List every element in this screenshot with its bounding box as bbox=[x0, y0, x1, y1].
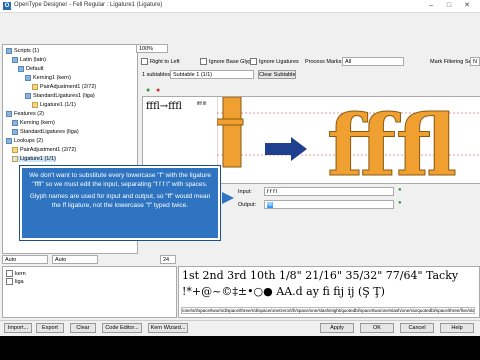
features-checklist[interactable]: kern liga bbox=[2, 266, 177, 318]
maximize-button[interactable]: □ bbox=[442, 0, 456, 12]
minimize-button[interactable]: – bbox=[424, 0, 438, 12]
tree-item-standardligatures[interactable]: StandardLigatures (liga) bbox=[12, 129, 79, 135]
output-field[interactable]: fffl bbox=[264, 200, 394, 209]
close-button[interactable]: ✕ bbox=[460, 0, 474, 12]
lookup-icon bbox=[32, 84, 38, 90]
tree-item-lookups[interactable]: Lookups (2) bbox=[6, 138, 43, 144]
remove-icon[interactable]: ● bbox=[156, 87, 160, 94]
tree-item-features[interactable]: Features (2) bbox=[6, 111, 44, 117]
tree-item-pairadjustment1[interactable]: PairAdjustment1 (2/72) bbox=[32, 84, 96, 90]
button-bar: Import... Export Clear Code Editor... Ke… bbox=[0, 320, 480, 335]
help-button[interactable]: Help bbox=[440, 323, 474, 333]
input-glyph-crossbar bbox=[217, 118, 244, 126]
callout-paragraph-2: Glyph names are used for input and outpu… bbox=[29, 193, 211, 209]
mark-filtering-select[interactable]: N bbox=[470, 57, 480, 66]
tree-item-lookup-pairadjustment1[interactable]: PairAdjustment1 (2/72) bbox=[12, 147, 76, 153]
input-field[interactable]: f f f l bbox=[264, 187, 394, 196]
preview-language-select[interactable]: Auto bbox=[52, 255, 98, 264]
tree-item-standardligatures1[interactable]: StandardLigatures1 (liga) bbox=[25, 93, 95, 99]
tree-item-lookup-ligature1[interactable]: Ligature1 (1/1) bbox=[12, 156, 56, 162]
subtables-label: 1 subtables: bbox=[142, 72, 172, 78]
folder-icon bbox=[6, 48, 12, 54]
app-window: O OpenType Designer - Fell Regular : Lig… bbox=[0, 0, 480, 336]
zoom-select[interactable]: 100% bbox=[136, 44, 168, 53]
folder-icon bbox=[6, 111, 12, 117]
folder-icon bbox=[12, 57, 18, 63]
ligature-small-names: ffff ffl bbox=[197, 101, 207, 106]
letterbox-bar bbox=[0, 336, 480, 360]
preview-script-select[interactable]: Auto bbox=[2, 255, 48, 264]
ligature-entry[interactable]: fffl→fffl bbox=[146, 101, 182, 112]
folder-icon bbox=[6, 138, 12, 144]
arrow-icon bbox=[265, 137, 307, 161]
tree-item-ligature1[interactable]: Ligature1 (1/1) bbox=[32, 102, 76, 108]
preview-line-1: 1st 2nd 3rd 10th 1/8" 21/16" 35/32" 77/6… bbox=[182, 269, 459, 282]
output-glyph: fffl bbox=[327, 97, 457, 183]
lookup-icon bbox=[32, 102, 38, 108]
clear-button[interactable]: Clear bbox=[70, 323, 96, 333]
add-icon[interactable]: ● bbox=[146, 87, 150, 94]
process-marks-select[interactable]: All bbox=[342, 57, 404, 66]
feature-liga-checkbox[interactable]: liga bbox=[6, 278, 24, 285]
input-label: Input: bbox=[238, 189, 252, 195]
code-editor-button[interactable]: Code Editor... bbox=[102, 323, 142, 333]
callout-paragraph-1: We don't want to substitute every lowerc… bbox=[28, 172, 212, 188]
ignore-ligatures-checkbox[interactable]: Ignore Ligatures bbox=[250, 58, 299, 65]
subtable-select[interactable]: Subtable 1 (1/1) bbox=[170, 70, 254, 79]
text-preview[interactable]: 1st 2nd 3rd 10th 1/8" 21/16" 35/32" 77/6… bbox=[178, 266, 480, 318]
folder-icon bbox=[25, 93, 31, 99]
import-button[interactable]: Import... bbox=[4, 323, 32, 333]
ok-button[interactable]: OK bbox=[360, 323, 394, 333]
input-glyph-shape bbox=[222, 97, 242, 168]
tutorial-callout: We don't want to substitute every lowerc… bbox=[20, 166, 234, 240]
folder-icon bbox=[18, 66, 24, 72]
folder-icon bbox=[12, 129, 18, 135]
preview-line-2: !*+@~©‡±•○● AA.d ay fi fij ij (Ş Ţ) bbox=[182, 285, 385, 298]
mark-filtering-label: Mark Filtering Set: bbox=[430, 59, 475, 65]
output-label: Output: bbox=[238, 202, 257, 208]
title-bar: O OpenType Designer - Fell Regular : Lig… bbox=[0, 0, 480, 13]
ignore-base-glyphs-checkbox[interactable]: Ignore Base Glyphs bbox=[200, 58, 257, 65]
glyph-preview: fffl bbox=[217, 97, 480, 183]
output-selection: fffl bbox=[267, 202, 273, 208]
clear-subtable-button[interactable]: Clear Subtable bbox=[258, 70, 296, 79]
app-icon: O bbox=[3, 2, 11, 10]
preview-size-field[interactable]: 24 bbox=[160, 255, 176, 264]
feature-kern-checkbox[interactable]: kern bbox=[6, 270, 26, 277]
tree-item-scripts[interactable]: Scripts (1) bbox=[6, 48, 39, 54]
kern-wizard-button[interactable]: Kern Wizard... bbox=[148, 323, 188, 333]
tree-item-kerning1[interactable]: Kerning1 (kern) bbox=[25, 75, 71, 81]
input-ok-icon[interactable]: ● bbox=[398, 187, 402, 193]
tree-item-default[interactable]: Default bbox=[18, 66, 43, 72]
tree-item-kerning[interactable]: Kerning (kern) bbox=[12, 120, 55, 126]
callout-pointer bbox=[222, 192, 234, 204]
tree-item-latin[interactable]: Latin (latn) bbox=[12, 57, 46, 63]
process-marks-label: Process Marks: bbox=[305, 59, 343, 65]
lookup-icon bbox=[12, 147, 18, 153]
folder-icon bbox=[25, 75, 31, 81]
window-title: OpenType Designer - Fell Regular : Ligat… bbox=[14, 2, 163, 8]
folder-icon bbox=[12, 120, 18, 126]
right-to-left-checkbox[interactable]: Right to Left bbox=[141, 58, 180, 65]
export-button[interactable]: Export bbox=[36, 323, 64, 333]
cancel-button[interactable]: Cancel bbox=[400, 323, 434, 333]
preview-glyph-path[interactable]: /one/s/t/space/two/n/d/space/three/r/d/s… bbox=[181, 307, 475, 314]
output-ok-icon[interactable]: ● bbox=[398, 200, 402, 206]
apply-button[interactable]: Apply bbox=[320, 323, 354, 333]
lookup-icon bbox=[12, 156, 18, 162]
